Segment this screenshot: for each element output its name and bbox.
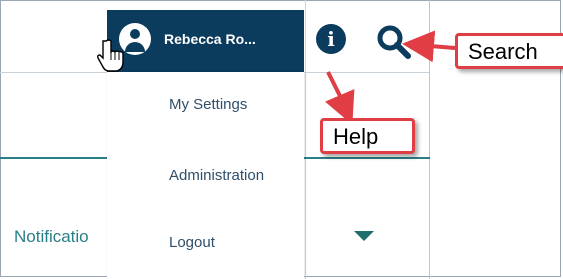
search-callout: Search: [455, 33, 563, 69]
help-callout: Help: [320, 118, 415, 154]
